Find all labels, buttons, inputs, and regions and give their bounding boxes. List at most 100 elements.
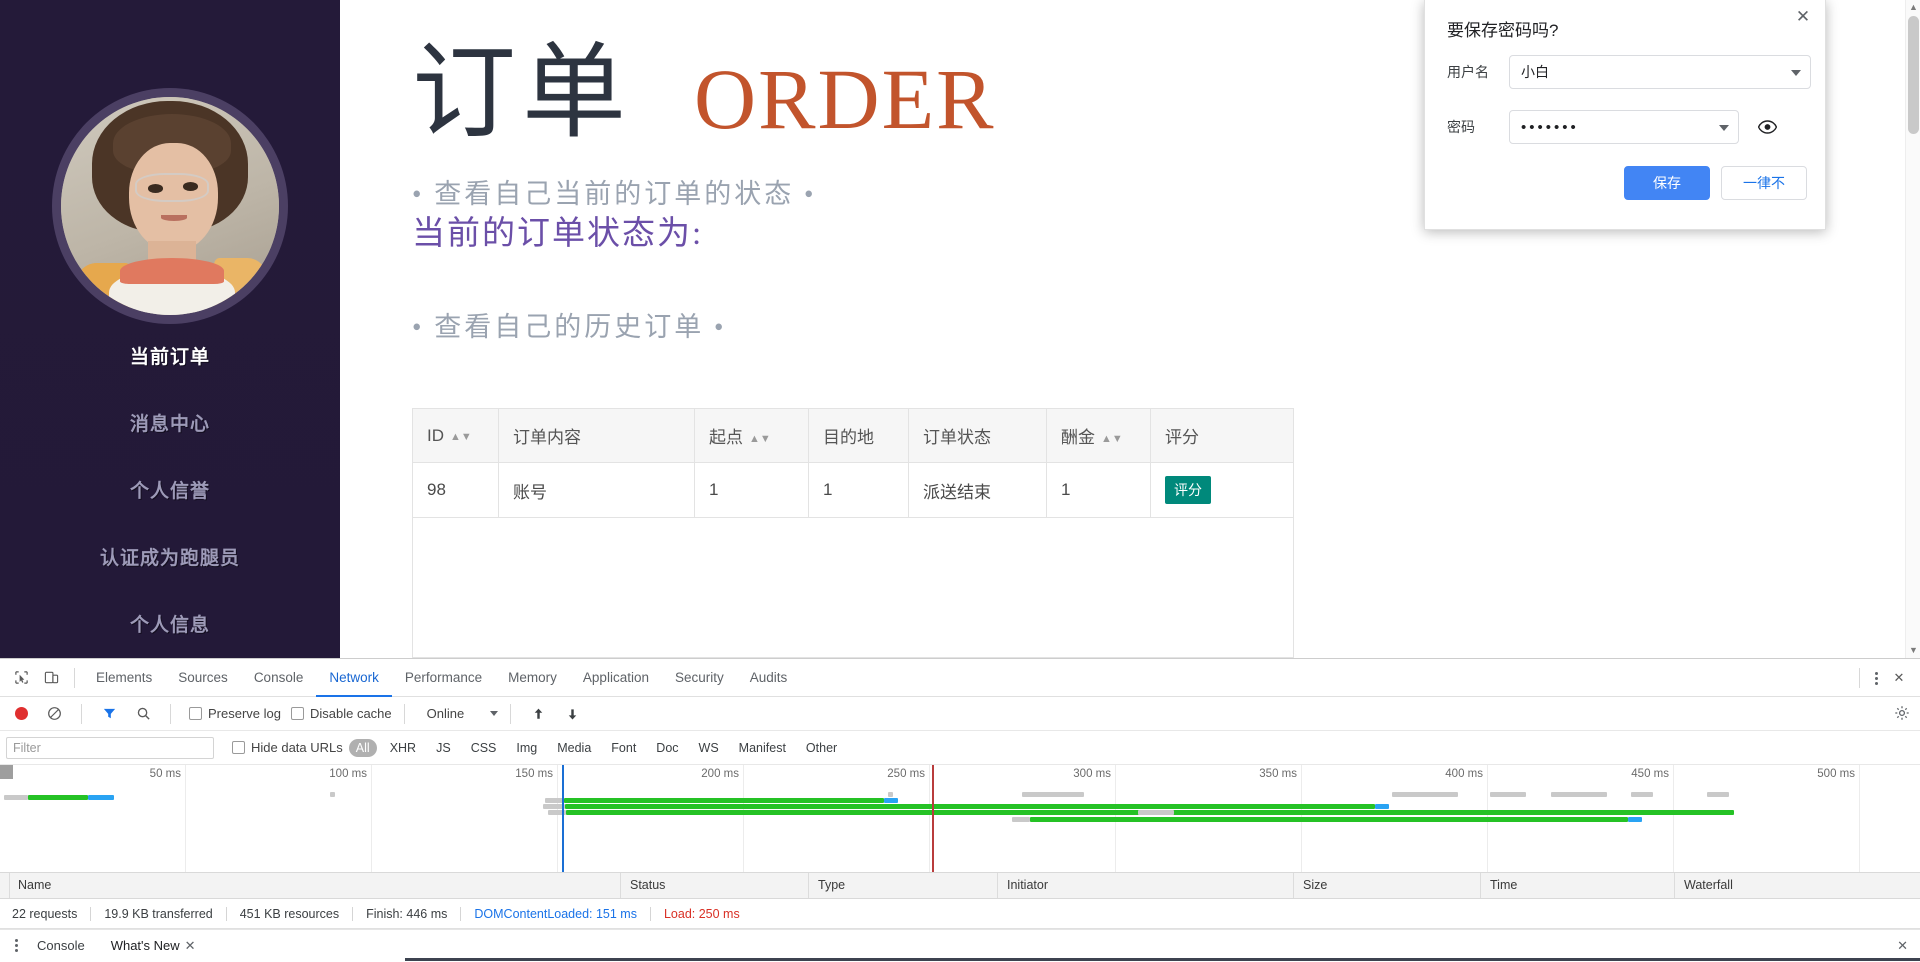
record-icon[interactable] [15,707,28,720]
scroll-down-icon[interactable]: ▼ [1906,643,1920,658]
filter-type-js[interactable]: JS [429,739,458,757]
filter-type-ws[interactable]: WS [692,739,726,757]
tab-sources[interactable]: Sources [165,659,241,697]
never-save-button[interactable]: 一律不 [1721,166,1807,200]
timeline-tick-450ms: 450 ms [1631,768,1669,780]
filter-type-css[interactable]: CSS [464,739,504,757]
filter-type-img[interactable]: Img [509,739,544,757]
column-header-time[interactable]: Time [1490,878,1517,892]
divider [74,667,75,688]
column-header-waterfall[interactable]: Waterfall [1684,878,1733,892]
tab-performance[interactable]: Performance [392,659,495,697]
waterfall-bar [884,798,898,803]
tab-application[interactable]: Application [570,659,662,697]
clear-icon[interactable] [39,699,69,729]
eye-icon[interactable] [1755,115,1779,139]
close-drawer-icon[interactable]: ✕ [1897,938,1908,954]
tab-audits[interactable]: Audits [737,659,801,697]
chevron-down-icon[interactable] [1791,70,1801,76]
filter-type-other[interactable]: Other [799,739,844,757]
filter-type-font[interactable]: Font [604,739,643,757]
drawer-more-options-icon[interactable] [8,939,24,952]
close-devtools-icon[interactable]: ✕ [1884,663,1914,693]
column-header-content[interactable]: 订单内容 [498,408,695,463]
filter-type-xhr[interactable]: XHR [383,739,423,757]
page-scrollbar[interactable]: ▲ ▼ [1905,0,1920,658]
sidebar: 当前订单 消息中心 个人信誉 认证成为跑腿员 个人信息 [0,0,340,658]
network-toolbar: Preserve log Disable cache Online [0,697,1920,731]
network-timeline-overview[interactable]: 50 ms 100 ms 150 ms 200 ms 250 ms 300 ms… [0,765,1920,873]
filter-icon[interactable] [94,699,124,729]
save-password-dialog: ✕ 要保存密码吗? 用户名 小白 密码 ••••••• 保存 一律不 [1424,0,1826,230]
cell-id: 98 [412,462,499,518]
sidebar-item-personal-info[interactable]: 个人信息 [0,600,340,647]
column-header-initiator[interactable]: Initiator [1007,878,1048,892]
column-header-fee[interactable]: 酬金 ▲▼ [1046,408,1151,463]
waterfall-bar [1392,792,1458,797]
column-header-status[interactable]: Status [630,878,665,892]
sidebar-item-personal-credit[interactable]: 个人信誉 [0,466,340,513]
cell-destination: 1 [808,462,909,518]
close-icon[interactable]: ✕ [1791,5,1815,29]
scroll-up-icon[interactable]: ▲ [1906,0,1920,15]
tab-memory[interactable]: Memory [495,659,570,697]
column-header-status[interactable]: 订单状态 [908,408,1047,463]
waterfall-bar [1138,810,1174,815]
filter-input[interactable] [6,736,214,759]
export-har-icon[interactable] [557,699,587,729]
waterfall-bar [1174,810,1734,815]
sort-icon[interactable]: ▲▼ [749,434,771,445]
tab-network[interactable]: Network [316,659,392,697]
inspect-element-icon[interactable] [6,663,36,693]
filter-type-manifest[interactable]: Manifest [732,739,793,757]
scrollbar-thumb[interactable] [1908,16,1919,134]
tab-elements[interactable]: Elements [83,659,165,697]
waterfall-bar [88,795,114,800]
sidebar-item-current-orders[interactable]: 当前订单 [0,332,340,379]
divider [170,703,171,724]
save-button[interactable]: 保存 [1624,166,1710,200]
preserve-log-checkbox[interactable]: Preserve log [189,706,281,721]
sidebar-item-become-courier[interactable]: 认证成为跑腿员 [0,533,340,580]
drawer-tab-console[interactable]: Console [24,930,98,962]
filter-type-doc[interactable]: Doc [649,739,685,757]
more-options-icon[interactable] [1868,671,1884,685]
sort-icon[interactable]: ▲▼ [1101,434,1123,445]
tab-security[interactable]: Security [662,659,737,697]
column-header-name[interactable]: Name [18,878,51,892]
filter-type-media[interactable]: Media [550,739,598,757]
device-toolbar-icon[interactable] [36,663,66,693]
search-icon[interactable] [128,699,158,729]
sidebar-item-message-center[interactable]: 消息中心 [0,399,340,446]
hide-data-urls-checkbox[interactable]: Hide data URLs [232,740,343,755]
settings-gear-icon[interactable] [1894,705,1910,724]
table-row: 98 账号 1 1 派送结束 1 评分 [412,462,1294,518]
password-value: ••••••• [1521,118,1579,136]
column-header-destination[interactable]: 目的地 [808,408,909,463]
column-header-origin[interactable]: 起点 ▲▼ [694,408,809,463]
column-header-rating[interactable]: 评分 [1150,408,1294,463]
rate-button[interactable]: 评分 [1165,476,1211,504]
filter-type-all[interactable]: All [348,738,377,757]
password-label: 密码 [1447,119,1475,135]
cell-origin: 1 [694,462,809,518]
throttle-select[interactable]: Online [427,706,499,721]
username-field[interactable]: 小白 [1509,55,1811,89]
password-field[interactable]: ••••••• [1509,110,1739,144]
tab-console[interactable]: Console [241,659,317,697]
drawer-tab-whats-new[interactable]: What's New ✕ [98,930,209,962]
cell-status: 派送结束 [908,462,1047,518]
import-har-icon[interactable] [523,699,553,729]
dialog-title: 要保存密码吗? [1447,21,1559,40]
timeline-tick-150ms: 150 ms [515,768,553,780]
column-header-type[interactable]: Type [818,878,845,892]
disable-cache-checkbox[interactable]: Disable cache [290,706,392,721]
column-header-id[interactable]: ID ▲▼ [412,408,499,463]
waterfall-bar [4,795,28,800]
column-header-size[interactable]: Size [1303,878,1327,892]
chevron-down-icon[interactable] [1719,125,1729,131]
summary-requests: 22 requests [12,906,78,921]
sort-icon[interactable]: ▲▼ [450,431,472,443]
close-icon[interactable]: ✕ [185,938,196,953]
checkbox-icon [290,707,304,720]
